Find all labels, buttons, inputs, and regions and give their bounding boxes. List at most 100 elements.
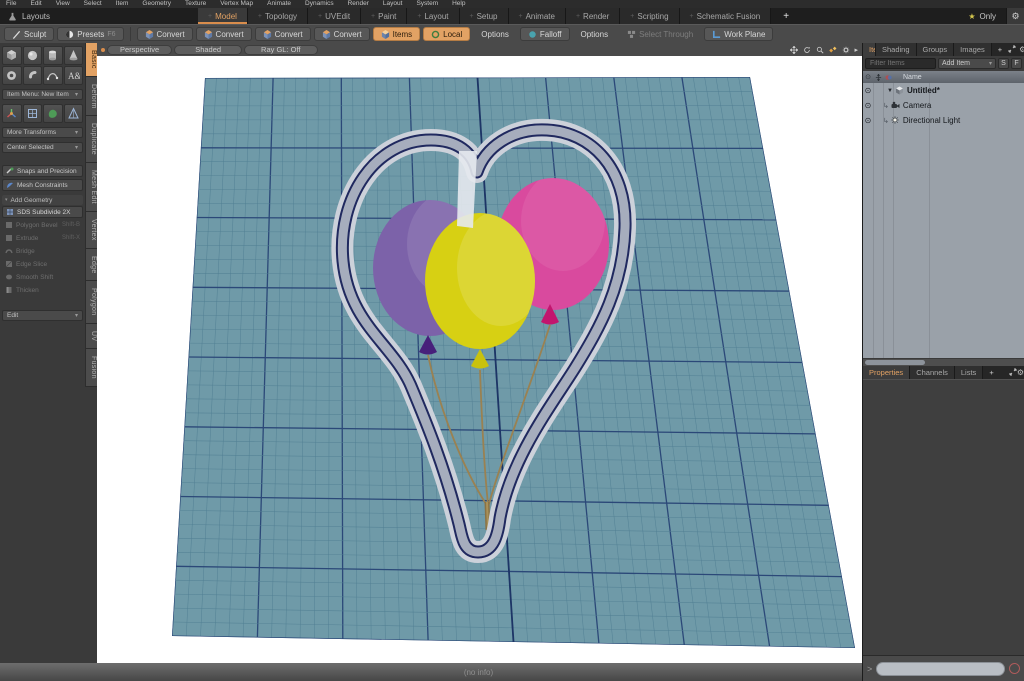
smooth-shift-button[interactable]: Smooth Shift — [2, 271, 83, 283]
pan-icon[interactable] — [789, 45, 798, 54]
menu-view[interactable]: View — [56, 0, 70, 8]
menu-texture[interactable]: Texture — [185, 0, 206, 8]
convert-button-4[interactable]: Convert — [313, 27, 370, 41]
menu-layout[interactable]: Layout — [383, 0, 403, 8]
viewport-raygl-tab[interactable]: Ray GL: Off — [244, 44, 318, 55]
mesh-constraints-button[interactable]: Mesh Constraints — [2, 179, 83, 191]
falloff-options-button[interactable]: Options — [573, 27, 617, 41]
convert-button-3[interactable]: Convert — [254, 27, 311, 41]
vtab-uv[interactable]: UV — [85, 323, 97, 350]
presets-button[interactable]: Presets F6 — [57, 27, 124, 41]
menu-item[interactable]: Item — [116, 0, 129, 8]
expand-arrow-icon[interactable]: ▸ — [854, 46, 858, 54]
vtab-fusion[interactable]: Fusion — [85, 349, 97, 387]
viewport-shading-tab[interactable]: Shaded — [174, 44, 243, 55]
settings-gear-button[interactable]: ⚙ — [1006, 8, 1024, 24]
transform-gizmo-button[interactable] — [2, 104, 22, 123]
vtab-vertex[interactable]: Vertex — [85, 212, 97, 249]
menu-render[interactable]: Render — [348, 0, 369, 8]
viewport-canvas[interactable] — [97, 56, 862, 663]
menu-help[interactable]: Help — [452, 0, 465, 8]
tab-model[interactable]: + Model — [198, 8, 248, 24]
menu-dynamics[interactable]: Dynamics — [305, 0, 334, 8]
cube-primitive-button[interactable] — [2, 46, 22, 65]
sculpt-button[interactable]: Sculpt — [4, 27, 55, 41]
vtab-mesh-edit[interactable]: Mesh Edit — [85, 163, 97, 213]
collapse-triangle-icon[interactable]: ▼ — [887, 88, 893, 94]
add-geometry-section-header[interactable]: ▾ Add Geometry — [2, 195, 83, 205]
item-menu-dropdown[interactable]: Item Menu: New Item ▾ — [2, 89, 83, 100]
sphere-primitive-button[interactable] — [22, 46, 42, 65]
filter-button[interactable]: F — [1011, 58, 1022, 69]
gear-icon[interactable]: ⚙ — [1017, 368, 1024, 377]
item-list-hscrollbar[interactable] — [863, 358, 1024, 366]
tab-item-list[interactable]: Item List — [863, 43, 876, 56]
tab-properties[interactable]: Properties — [863, 366, 911, 379]
rotate-icon[interactable] — [802, 45, 811, 54]
center-selected-dropdown[interactable]: Center Selected ▾ — [2, 142, 83, 153]
edge-slice-button[interactable]: Edge Slice — [2, 258, 83, 270]
bridge-button[interactable]: Bridge — [2, 245, 83, 257]
tab-animate[interactable]: + Animate — [508, 8, 566, 24]
tab-uvedit[interactable]: + UVEdit — [308, 8, 362, 24]
tab-layout[interactable]: + Layout — [407, 8, 460, 24]
eye-icon[interactable]: ⊙ — [863, 86, 873, 95]
menu-edit[interactable]: Edit — [30, 0, 41, 8]
local-action-center-button[interactable]: Local — [423, 27, 471, 41]
extrude-button[interactable]: Extrude Shift-X — [2, 232, 83, 244]
layouts-menu[interactable]: Layouts — [0, 8, 60, 24]
viewport-projection-tab[interactable]: Perspective — [107, 44, 173, 55]
eye-icon[interactable]: ⊙ — [863, 101, 873, 110]
tab-setup[interactable]: + Setup — [459, 8, 509, 24]
polygon-bevel-button[interactable]: Polygon Bevel Shift-B — [2, 219, 83, 231]
menu-animate[interactable]: Animate — [267, 0, 291, 8]
item-row-directional-light[interactable]: ⊙ ↳ Directional Light — [863, 113, 1024, 128]
gear-icon[interactable]: ⚙ — [1019, 45, 1024, 54]
item-row-untitled[interactable]: ⊙ ▼ Untitled* — [863, 83, 1024, 98]
tab-scripting[interactable]: + Scripting — [620, 8, 680, 24]
tab-paint[interactable]: + Paint — [361, 8, 408, 24]
wireframe-cube-button[interactable] — [22, 104, 42, 123]
tab-lists[interactable]: Lists — [954, 366, 984, 379]
select-through-button[interactable]: Select Through — [619, 27, 701, 41]
gear-icon[interactable] — [841, 45, 850, 54]
add-panel-tab-button[interactable]: + — [983, 366, 999, 379]
thicken-button[interactable]: Thicken — [2, 284, 83, 296]
text-tool-button[interactable]: A& — [63, 66, 83, 85]
vtab-edge[interactable]: Edge — [85, 248, 97, 282]
sds-subdivide-button[interactable]: SDS Subdivide 2X — [2, 206, 83, 218]
menu-system[interactable]: System — [416, 0, 438, 8]
vtab-polygon[interactable]: Polygon — [85, 281, 97, 324]
tab-render[interactable]: + Render — [565, 8, 621, 24]
convert-button-1[interactable]: Convert — [136, 27, 193, 41]
menu-file[interactable]: File — [6, 0, 16, 8]
scrollbar-thumb[interactable] — [865, 360, 925, 365]
tab-topology[interactable]: + Topology — [247, 8, 309, 24]
menu-geometry[interactable]: Geometry — [142, 0, 171, 8]
tab-groups[interactable]: Groups — [916, 43, 955, 56]
action-center-options-button[interactable]: Options — [473, 27, 517, 41]
add-panel-tab-button[interactable]: + — [992, 43, 1008, 56]
falloff-button[interactable]: Falloff — [519, 27, 570, 41]
filter-items-input[interactable] — [865, 58, 936, 69]
work-plane-button[interactable]: Work Plane — [704, 27, 774, 41]
detach-panel-icon[interactable] — [1008, 45, 1016, 55]
wire-cone-button[interactable] — [63, 104, 83, 123]
vtab-deform[interactable]: Deform — [85, 76, 97, 117]
tab-channels[interactable]: Channels — [910, 366, 955, 379]
vtab-duplicate[interactable]: Duplicate — [85, 116, 97, 164]
item-row-camera[interactable]: ⊙ ↳ Camera — [863, 98, 1024, 113]
only-toggle[interactable]: ★ Only — [958, 12, 1006, 21]
detach-panel-icon[interactable] — [1009, 368, 1017, 378]
name-column-header[interactable]: Name — [903, 74, 922, 81]
cone-primitive-button[interactable] — [63, 46, 83, 65]
curve-tool-button[interactable] — [43, 66, 63, 85]
solo-button[interactable]: S — [998, 58, 1009, 69]
zoom-icon[interactable] — [815, 45, 824, 54]
menu-select[interactable]: Select — [84, 0, 102, 8]
add-item-dropdown[interactable]: Add Item ▾ — [938, 58, 996, 69]
convert-button-2[interactable]: Convert — [195, 27, 252, 41]
eye-icon[interactable]: ⊙ — [863, 116, 873, 125]
command-history-button[interactable] — [1009, 663, 1020, 674]
add-tab-button[interactable]: + — [771, 8, 802, 24]
